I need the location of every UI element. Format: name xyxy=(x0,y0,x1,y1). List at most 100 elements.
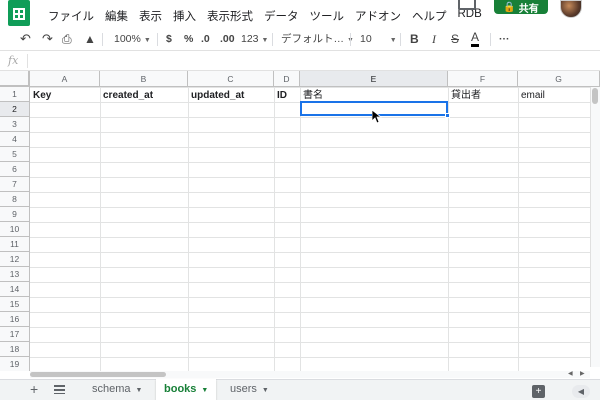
vertical-scroll-thumb[interactable] xyxy=(592,88,598,104)
chevron-down-icon[interactable]: ▼ xyxy=(136,387,143,394)
row-header-11[interactable]: 11 xyxy=(0,237,30,252)
sheets-logo-icon[interactable] xyxy=(8,0,30,26)
scroll-left-icon[interactable]: ◀ xyxy=(568,370,573,377)
column-header-a[interactable]: A xyxy=(30,71,100,87)
share-button[interactable]: 🔒 共有 xyxy=(494,0,548,15)
row-header-3[interactable]: 3 xyxy=(0,117,30,132)
menu-data[interactable]: データ xyxy=(264,8,299,24)
font-size-value: 10 xyxy=(360,33,372,45)
formula-bar: fx xyxy=(0,50,600,71)
column-gridline xyxy=(188,87,189,371)
increase-decimal-button[interactable]: .00 xyxy=(220,30,235,48)
row-header-16[interactable]: 16 xyxy=(0,312,30,327)
more-formats-button[interactable]: 123 ▼ xyxy=(241,30,268,50)
zoom-value: 100% xyxy=(114,33,141,45)
main-menu: ファイル 編集 表示 挿入 表示形式 データ ツール アドオン ヘルプ RDB xyxy=(48,8,482,24)
cell-f1[interactable]: 貸出者 xyxy=(448,88,518,103)
fill-handle[interactable] xyxy=(445,113,450,118)
all-sheets-icon[interactable] xyxy=(54,385,65,394)
sheet-tab-books[interactable]: books ▼ xyxy=(156,379,217,400)
decrease-decimal-button[interactable]: .0 xyxy=(201,30,210,48)
formula-input[interactable] xyxy=(32,54,592,68)
paint-format-icon[interactable]: ▲ xyxy=(84,30,96,48)
text-color-button[interactable]: A xyxy=(471,30,480,47)
add-sheet-icon[interactable]: + xyxy=(30,381,38,397)
row-header-4[interactable]: 4 xyxy=(0,132,30,147)
vertical-scrollbar[interactable] xyxy=(590,87,600,367)
column-header-b[interactable]: B xyxy=(100,71,188,87)
cell-d1[interactable]: ID xyxy=(274,88,300,103)
row-header-17[interactable]: 17 xyxy=(0,327,30,342)
menu-format[interactable]: 表示形式 xyxy=(207,8,253,24)
menu-bar: ファイル 編集 表示 挿入 表示形式 データ ツール アドオン ヘルプ RDB … xyxy=(0,0,600,30)
redo-icon[interactable]: ↷ xyxy=(42,30,53,48)
row-header-19[interactable]: 19 xyxy=(0,357,30,371)
menu-addons[interactable]: アドオン xyxy=(355,8,401,24)
scroll-right-icon[interactable]: ▶ xyxy=(580,370,585,377)
more-options-button[interactable]: ··· xyxy=(499,30,510,48)
row-header-10[interactable]: 10 xyxy=(0,222,30,237)
menu-view[interactable]: 表示 xyxy=(139,8,162,24)
cell-b1[interactable]: created_at xyxy=(100,88,188,103)
explore-icon[interactable]: + xyxy=(532,385,545,398)
horizontal-scroll-thumb[interactable] xyxy=(30,372,166,377)
column-gridline xyxy=(448,87,449,371)
italic-button[interactable]: I xyxy=(432,30,436,48)
chevron-down-icon: ▼ xyxy=(389,37,397,44)
column-header-e[interactable]: E xyxy=(300,71,448,87)
column-gridline xyxy=(100,87,101,371)
row-header-14[interactable]: 14 xyxy=(0,282,30,297)
font-value: デフォルト… xyxy=(281,33,344,45)
toolbar-divider xyxy=(400,33,401,46)
avatar[interactable] xyxy=(560,0,582,18)
select-all-corner[interactable] xyxy=(0,71,30,87)
lock-icon: 🔒 xyxy=(503,1,516,13)
currency-button[interactable]: $ xyxy=(166,30,172,48)
row-header-1[interactable]: 1 xyxy=(0,87,30,102)
row-header-13[interactable]: 13 xyxy=(0,267,30,282)
column-header-d[interactable]: D xyxy=(274,71,300,87)
chevron-down-icon[interactable]: ▼ xyxy=(262,387,269,394)
bold-button[interactable]: B xyxy=(410,30,419,48)
more-formats-label: 123 xyxy=(241,33,259,45)
toolbar-divider xyxy=(157,33,158,46)
row-header-15[interactable]: 15 xyxy=(0,297,30,312)
undo-icon[interactable]: ↶ xyxy=(20,30,31,48)
menu-tools[interactable]: ツール xyxy=(310,8,345,24)
menu-file[interactable]: ファイル xyxy=(48,8,94,24)
column-gridline xyxy=(518,87,519,371)
font-size-select[interactable]: 10 ▼ xyxy=(360,30,397,50)
collapse-icon[interactable]: ◀ xyxy=(572,385,590,398)
sheet-tab-label: books xyxy=(164,383,197,395)
row-header-5[interactable]: 5 xyxy=(0,147,30,162)
column-header-c[interactable]: C xyxy=(188,71,274,87)
row-header-2[interactable]: 2 xyxy=(0,102,30,117)
row-header-9[interactable]: 9 xyxy=(0,207,30,222)
cell-g1[interactable]: email xyxy=(518,88,588,103)
cell-a1[interactable]: Key xyxy=(30,88,100,103)
menu-help[interactable]: ヘルプ xyxy=(412,8,447,24)
font-select[interactable]: デフォルト…▼ xyxy=(281,30,354,50)
zoom-select[interactable]: 100% ▼ xyxy=(114,30,151,50)
row-header-8[interactable]: 8 xyxy=(0,192,30,207)
percent-button[interactable]: % xyxy=(184,30,193,48)
menu-edit[interactable]: 編集 xyxy=(105,8,128,24)
row-header-18[interactable]: 18 xyxy=(0,342,30,357)
formula-divider xyxy=(27,54,28,68)
column-header-g[interactable]: G xyxy=(518,71,600,87)
menu-insert[interactable]: 挿入 xyxy=(173,8,196,24)
column-header-f[interactable]: F xyxy=(448,71,518,87)
menu-rdb[interactable]: RDB xyxy=(458,8,482,24)
row-header-12[interactable]: 12 xyxy=(0,252,30,267)
cell-area[interactable] xyxy=(30,87,600,371)
strikethrough-button[interactable]: S xyxy=(451,30,459,48)
row-header-6[interactable]: 6 xyxy=(0,162,30,177)
sheet-tab-users[interactable]: users ▼ xyxy=(222,379,277,400)
toolbar-divider xyxy=(490,33,491,46)
sheet-tab-schema[interactable]: schema ▼ xyxy=(84,379,150,400)
chevron-down-icon[interactable]: ▼ xyxy=(201,387,208,394)
comments-icon[interactable] xyxy=(458,0,476,10)
row-header-7[interactable]: 7 xyxy=(0,177,30,192)
cell-c1[interactable]: updated_at xyxy=(188,88,274,103)
print-icon[interactable]: ⎙ xyxy=(62,30,72,48)
